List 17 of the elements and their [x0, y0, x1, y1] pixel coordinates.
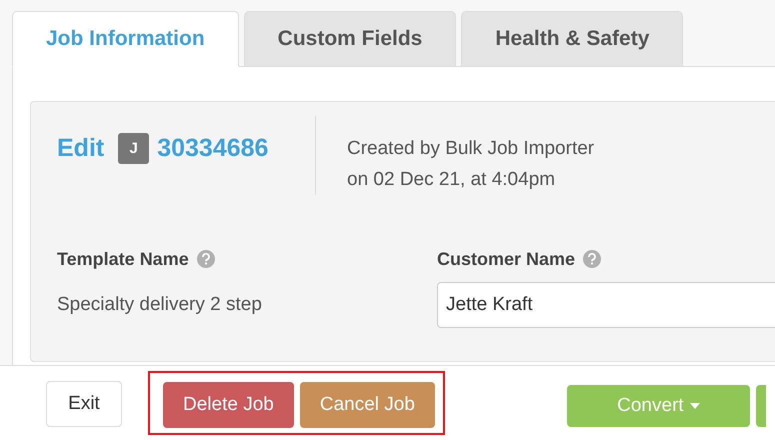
- field-label: Customer Name: [437, 248, 576, 270]
- edit-title: Edit: [57, 133, 104, 164]
- next-button[interactable]: [756, 385, 766, 427]
- field-label: Template Name: [57, 248, 189, 270]
- created-info: on 02 Dec 21, at 4:04pm: [347, 168, 556, 192]
- created-info: Created by Bulk Job Importer: [347, 137, 594, 161]
- exit-button[interactable]: Exit: [46, 381, 122, 427]
- help-icon[interactable]: [196, 250, 215, 268]
- caret-icon: [690, 403, 700, 409]
- delete-button[interactable]: Delete Job: [163, 382, 294, 428]
- job-number: 30334686: [157, 133, 268, 164]
- customer-name-field[interactable]: Jette Kraft: [437, 282, 775, 328]
- job-badge: J: [118, 132, 150, 164]
- tab[interactable]: Custom Fields: [244, 11, 456, 67]
- help-icon[interactable]: [583, 250, 602, 268]
- tab[interactable]: Health & Safety: [461, 11, 684, 67]
- field-value: Specialty delivery 2 step: [57, 293, 263, 317]
